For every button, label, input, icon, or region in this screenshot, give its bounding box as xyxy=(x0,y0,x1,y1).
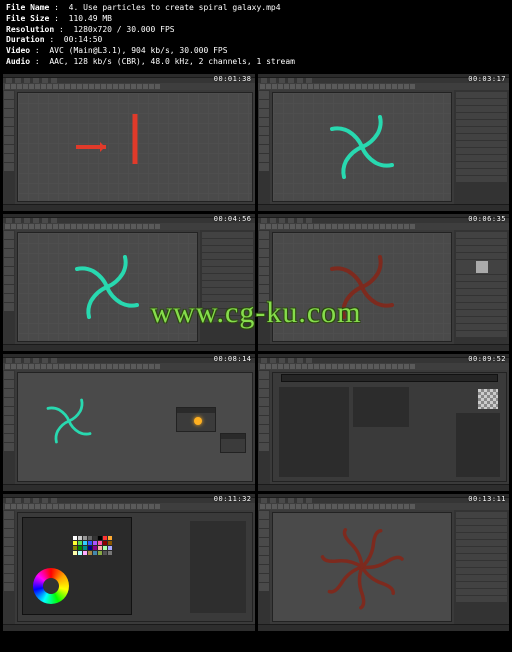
thumbnail-grid: 00:01:38 00:03:17 00:04:56 xyxy=(0,71,512,634)
video-thumbnail[interactable]: 00:13:11 xyxy=(258,494,510,631)
timecode: 00:13:11 xyxy=(468,495,506,503)
file-metadata-block: File Name : 4. Use particles to create s… xyxy=(0,0,512,71)
timecode: 00:08:14 xyxy=(214,355,252,363)
meta-label: Audio xyxy=(6,57,30,66)
meta-value: 4. Use particles to create spiral galaxy… xyxy=(69,3,281,12)
video-thumbnail[interactable]: 00:08:14 xyxy=(3,354,255,491)
meta-label: Duration xyxy=(6,35,45,44)
video-thumbnail[interactable]: 00:11:32 xyxy=(3,494,255,631)
timecode: 00:09:52 xyxy=(468,355,506,363)
meta-label: File Name xyxy=(6,3,49,12)
video-thumbnail[interactable]: 00:09:52 xyxy=(258,354,510,491)
meta-value: 110.49 MB xyxy=(69,14,112,23)
meta-value: AAC, 128 kb/s (CBR), 48.0 kHz, 2 channel… xyxy=(49,57,295,66)
video-thumbnail[interactable]: 00:03:17 xyxy=(258,74,510,211)
meta-label: Resolution xyxy=(6,25,54,34)
timecode: 00:04:56 xyxy=(214,215,252,223)
video-thumbnail[interactable]: 00:06:35 xyxy=(258,214,510,351)
meta-value: 00:14:50 xyxy=(64,35,103,44)
timecode: 00:06:35 xyxy=(468,215,506,223)
meta-label: File Size xyxy=(6,14,49,23)
meta-value: 1280x720 / 30.000 FPS xyxy=(73,25,174,34)
timecode: 00:11:32 xyxy=(214,495,252,503)
video-thumbnail[interactable]: 00:04:56 xyxy=(3,214,255,351)
meta-value: AVC (Main@L3.1), 904 kb/s, 30.000 FPS xyxy=(49,46,227,55)
timecode: 00:01:38 xyxy=(214,75,252,83)
video-thumbnail[interactable]: 00:01:38 xyxy=(3,74,255,211)
timecode: 00:03:17 xyxy=(468,75,506,83)
meta-label: Video xyxy=(6,46,30,55)
